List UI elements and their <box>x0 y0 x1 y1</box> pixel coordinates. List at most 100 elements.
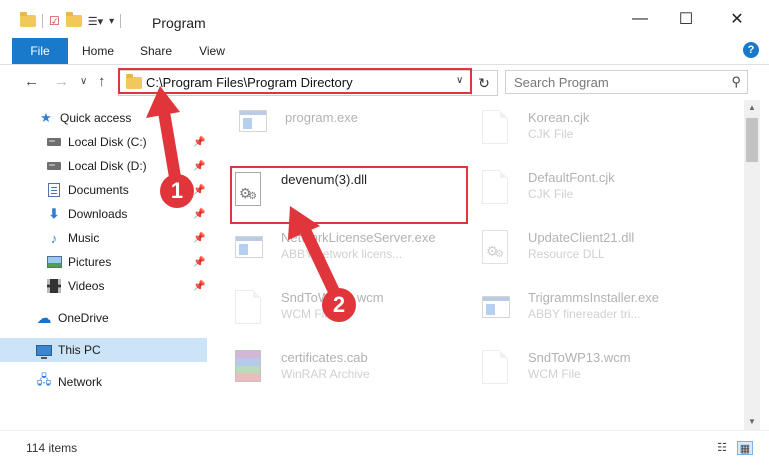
scroll-up-icon[interactable]: ▲ <box>744 100 760 116</box>
archive-icon <box>235 350 267 386</box>
installer-icon <box>239 110 271 146</box>
title-bar: ☑ ☰▾ ▾ Program — ☐ ✕ <box>0 0 769 39</box>
tab-share[interactable]: Share <box>136 38 176 64</box>
close-button[interactable]: ✕ <box>714 0 760 38</box>
pin-icon[interactable]: 📌 <box>193 185 205 196</box>
sidebar-item-label: Network <box>58 375 103 389</box>
tab-view[interactable]: View <box>194 38 230 64</box>
maximize-button[interactable]: ☐ <box>663 0 709 38</box>
generic-file-icon <box>482 110 514 146</box>
dll-file-icon: ⚙ ⚙ <box>482 230 514 266</box>
pin-icon[interactable]: 📌 <box>193 209 205 220</box>
address-row: ← → ∨ ↑ C:\Program Files\Program Directo… <box>0 65 769 97</box>
back-button[interactable]: ← <box>24 73 39 90</box>
file-type: CJK File <box>528 127 574 141</box>
file-name: program.exe <box>285 110 358 125</box>
sidebar-item-label: Local Disk (C:) <box>68 135 147 149</box>
sidebar-item-label: Pictures <box>68 255 112 269</box>
quick-access-toolbar: ☑ ☰▾ ▾ <box>20 12 122 28</box>
sidebar-item-this-pc[interactable]: This PC <box>0 338 207 362</box>
file-name: SndToWP13.wcm <box>528 350 631 365</box>
pin-icon[interactable]: 📌 <box>193 161 205 172</box>
file-type: WinRAR Archive <box>281 367 370 381</box>
navigation-pane: ★ Quick access Local Disk (C:) 📌 Local D… <box>0 100 207 430</box>
file-item-certificates-cab[interactable]: certificates.cab WinRAR Archive <box>235 348 465 392</box>
callout-badge-2: 2 <box>322 288 356 322</box>
callout-badge-1: 1 <box>160 174 194 208</box>
recent-locations-button[interactable]: ∨ <box>80 76 87 87</box>
folder-icon <box>20 12 36 27</box>
sidebar-item-label: OneDrive <box>58 311 109 325</box>
music-icon: ♪ <box>50 230 58 246</box>
file-name: UpdateClient21.dll <box>528 230 635 245</box>
network-icon: 🖧 <box>36 372 52 387</box>
file-item-program-exe[interactable]: program.exe <box>239 108 469 152</box>
sidebar-item-onedrive[interactable]: ☁ OneDrive <box>0 306 207 330</box>
file-item-defaultfont-cjk[interactable]: DefaultFont.cjk CJK File <box>482 168 712 212</box>
file-type: WCM File <box>528 367 581 381</box>
customize-toolbar-icon[interactable]: ☰▾ <box>88 15 103 28</box>
file-item-korean-cjk[interactable]: Korean.cjk CJK File <box>482 108 712 152</box>
sidebar-item-label: Local Disk (D:) <box>68 159 147 173</box>
scroll-down-icon[interactable]: ▼ <box>744 414 760 430</box>
file-name: NetworkLicenseServer.exe <box>281 230 436 245</box>
pin-icon[interactable]: 📌 <box>193 137 205 148</box>
properties-icon[interactable]: ☑ <box>49 14 60 28</box>
app-icon <box>235 230 267 266</box>
sidebar-item-label: Downloads <box>68 207 128 221</box>
generic-file-icon <box>482 350 514 386</box>
up-button[interactable]: ↑ <box>98 73 106 90</box>
pin-icon[interactable]: 📌 <box>193 257 205 268</box>
pin-icon[interactable]: 📌 <box>193 281 205 292</box>
generic-file-icon <box>482 170 514 206</box>
file-name: certificates.cab <box>281 350 368 365</box>
file-list: program.exe Korean.cjk CJK File ⚙ ⚙ deven… <box>209 100 744 430</box>
cloud-icon: ☁ <box>36 310 52 327</box>
file-name: DefaultFont.cjk <box>528 170 615 185</box>
new-folder-icon[interactable] <box>65 12 82 27</box>
file-item-updateclient21-dll[interactable]: ⚙ ⚙ UpdateClient21.dll Resource DLL <box>482 228 712 272</box>
videos-icon <box>46 278 62 294</box>
drive-icon <box>46 134 62 150</box>
refresh-button[interactable]: ↻ <box>471 71 496 95</box>
file-item-networklicenseserver-exe[interactable]: NetworkLicenseServer.exe ABBY network li… <box>235 228 465 272</box>
file-item-sndtowp13-wcm-2[interactable]: SndToWP13.wcm WCM File <box>482 348 712 392</box>
sidebar-item-music[interactable]: ♪ Music 📌 <box>0 226 207 250</box>
pin-icon[interactable]: 📌 <box>193 233 205 244</box>
sidebar-item-label: Documents <box>68 183 129 197</box>
file-type: CJK File <box>528 187 574 201</box>
search-box[interactable]: Search Program ⚲ <box>505 70 748 94</box>
sidebar-item-videos[interactable]: Videos 📌 <box>0 274 207 298</box>
file-name: TrigrammsInstaller.exe <box>528 290 659 305</box>
sidebar-item-label: Videos <box>68 279 105 293</box>
search-icon[interactable]: ⚲ <box>731 74 741 90</box>
divider <box>120 14 122 28</box>
search-input[interactable]: Search Program <box>514 75 609 90</box>
sidebar-item-pictures[interactable]: Pictures 📌 <box>0 250 207 274</box>
divider <box>42 14 43 28</box>
status-bar: 114 items ☷ ▦ <box>0 430 769 475</box>
toolbar-dropdown-icon[interactable]: ▾ <box>109 16 114 27</box>
tab-home[interactable]: Home <box>78 38 118 64</box>
large-icons-view-icon[interactable]: ▦ <box>737 441 753 455</box>
forward-button[interactable]: → <box>54 73 69 90</box>
ribbon-tabs: File Home Share View ? <box>0 38 769 65</box>
help-icon[interactable]: ? <box>743 42 759 58</box>
tab-file[interactable]: File <box>12 38 68 64</box>
generic-file-icon <box>235 290 267 326</box>
drive-icon <box>46 158 62 174</box>
window-title: Program <box>152 15 206 31</box>
file-item-trigrammsinstaller-exe[interactable]: TrigrammsInstaller.exe ABBY finereader t… <box>482 288 712 332</box>
file-name: Korean.cjk <box>528 110 590 125</box>
computer-icon <box>36 342 52 359</box>
sidebar-item-label: This PC <box>58 343 101 357</box>
sidebar-item-local-disk-c[interactable]: Local Disk (C:) 📌 <box>0 130 207 154</box>
documents-icon <box>46 182 62 198</box>
minimize-button[interactable]: — <box>617 0 663 38</box>
sidebar-item-network[interactable]: 🖧 Network <box>0 370 207 394</box>
scroll-thumb[interactable] <box>746 118 758 162</box>
vertical-scrollbar[interactable]: ▲ ▼ <box>744 100 760 430</box>
sidebar-item-quick-access[interactable]: ★ Quick access <box>0 106 207 130</box>
item-count: 114 items <box>26 441 78 455</box>
details-view-icon[interactable]: ☷ <box>714 441 730 455</box>
